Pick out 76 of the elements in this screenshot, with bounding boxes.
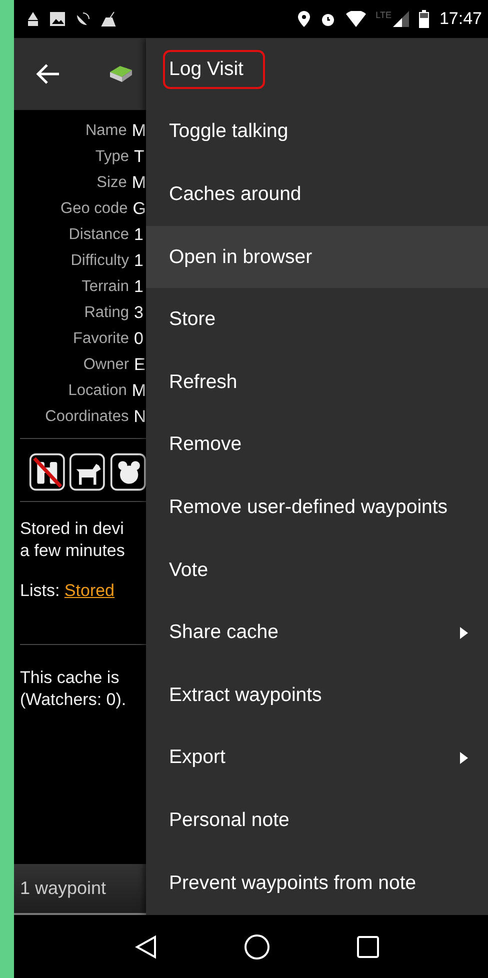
detail-value: 1 [134, 277, 144, 297]
detail-value: 1 [134, 225, 144, 245]
broom-icon [101, 11, 116, 27]
detail-label: Geo code [60, 200, 129, 218]
satellite-dish-icon [75, 11, 91, 27]
detail-value: T [134, 147, 144, 167]
menu-item[interactable]: Remove user-defined waypoints [146, 476, 488, 539]
image-icon [50, 12, 65, 26]
storage-text: Stored in devi [20, 518, 125, 540]
detail-label: Difficulty [70, 252, 130, 270]
network-type-label: LTE [376, 10, 392, 20]
detail-label: Owner [82, 356, 130, 374]
menu-item[interactable]: Toggle talking [146, 100, 488, 164]
detail-value: N [134, 407, 146, 427]
clock-time: 17:47 [439, 9, 482, 29]
menu-item[interactable]: Remove [146, 414, 488, 476]
detail-value: M [132, 173, 146, 193]
submenu-arrow-icon [460, 752, 468, 764]
detail-value: 3 [134, 303, 144, 323]
menu-item[interactable]: Vote [146, 538, 488, 602]
menu-item[interactable]: Caches around [146, 163, 488, 226]
watchers-text: This cache is [20, 667, 120, 689]
menu-label: Caches around [168, 182, 302, 207]
detail-value: G [132, 199, 146, 219]
menu-item[interactable]: Export [146, 726, 488, 790]
back-triangle-icon[interactable] [135, 934, 158, 958]
stored-list-link[interactable]: Stored [64, 581, 115, 600]
detail-value: 0 [134, 329, 144, 349]
recents-square-icon[interactable] [356, 936, 379, 958]
storage-text: a few minutes [20, 540, 126, 562]
menu-item[interactable]: Personal note [146, 789, 488, 852]
menu-label: Refresh [168, 370, 238, 395]
detail-value: M [132, 121, 146, 141]
menu-label: Export [168, 745, 226, 770]
detail-label: Favorite [72, 330, 130, 348]
signal-icon [393, 11, 410, 27]
menu-label: Personal note [168, 808, 290, 833]
menu-label: Remove [168, 432, 243, 458]
back-arrow-icon[interactable] [36, 63, 60, 85]
lists-label: Lists: [20, 581, 60, 600]
menu-item[interactable]: Prevent waypoints from note [146, 852, 488, 914]
menu-item[interactable]: Open in browser [146, 226, 488, 288]
outlined-menu-label: Log Visit [163, 50, 266, 89]
wifi-icon [346, 11, 366, 27]
menu-label: Extract waypoints [168, 682, 323, 708]
detail-label: Rating [83, 304, 130, 322]
detail-value: 1 [134, 251, 144, 271]
menu-item[interactable]: Log Visit [146, 38, 488, 101]
detail-label: Location [67, 382, 128, 400]
detail-label: Terrain [80, 278, 130, 296]
location-pin-icon [298, 11, 310, 27]
menu-label: Remove user-defined waypoints [168, 494, 449, 520]
waypoints-bar[interactable]: 1 waypoint [14, 864, 146, 915]
detail-label: Name [84, 122, 128, 140]
menu-item[interactable]: Extract waypoints [146, 664, 488, 727]
menu-label: Toggle talking [168, 119, 290, 144]
alarm-clock-icon [320, 11, 336, 27]
detail-label: Size [96, 174, 128, 192]
detail-value: E [134, 355, 146, 375]
menu-label: Vote [168, 558, 210, 583]
watchers-text: (Watchers: 0). [20, 689, 128, 711]
battery-icon [419, 10, 430, 28]
detail-label: Distance [68, 226, 130, 244]
menu-label: Open in browser [168, 244, 314, 270]
detail-label: Type [94, 148, 130, 166]
home-circle-icon[interactable] [244, 934, 270, 960]
detail-value: M [132, 381, 146, 401]
menu-label: Prevent waypoints from note [168, 870, 418, 896]
menu-label: Store [168, 307, 217, 332]
detail-label: Coordinates [44, 408, 130, 426]
menu-item[interactable]: Share cache [146, 601, 488, 664]
menu-label: Share cache [168, 620, 280, 646]
menu-item[interactable]: Store [146, 288, 488, 351]
menu-item[interactable]: Refresh [146, 350, 488, 414]
submenu-arrow-icon [460, 626, 468, 639]
cache-box-icon [108, 64, 134, 84]
